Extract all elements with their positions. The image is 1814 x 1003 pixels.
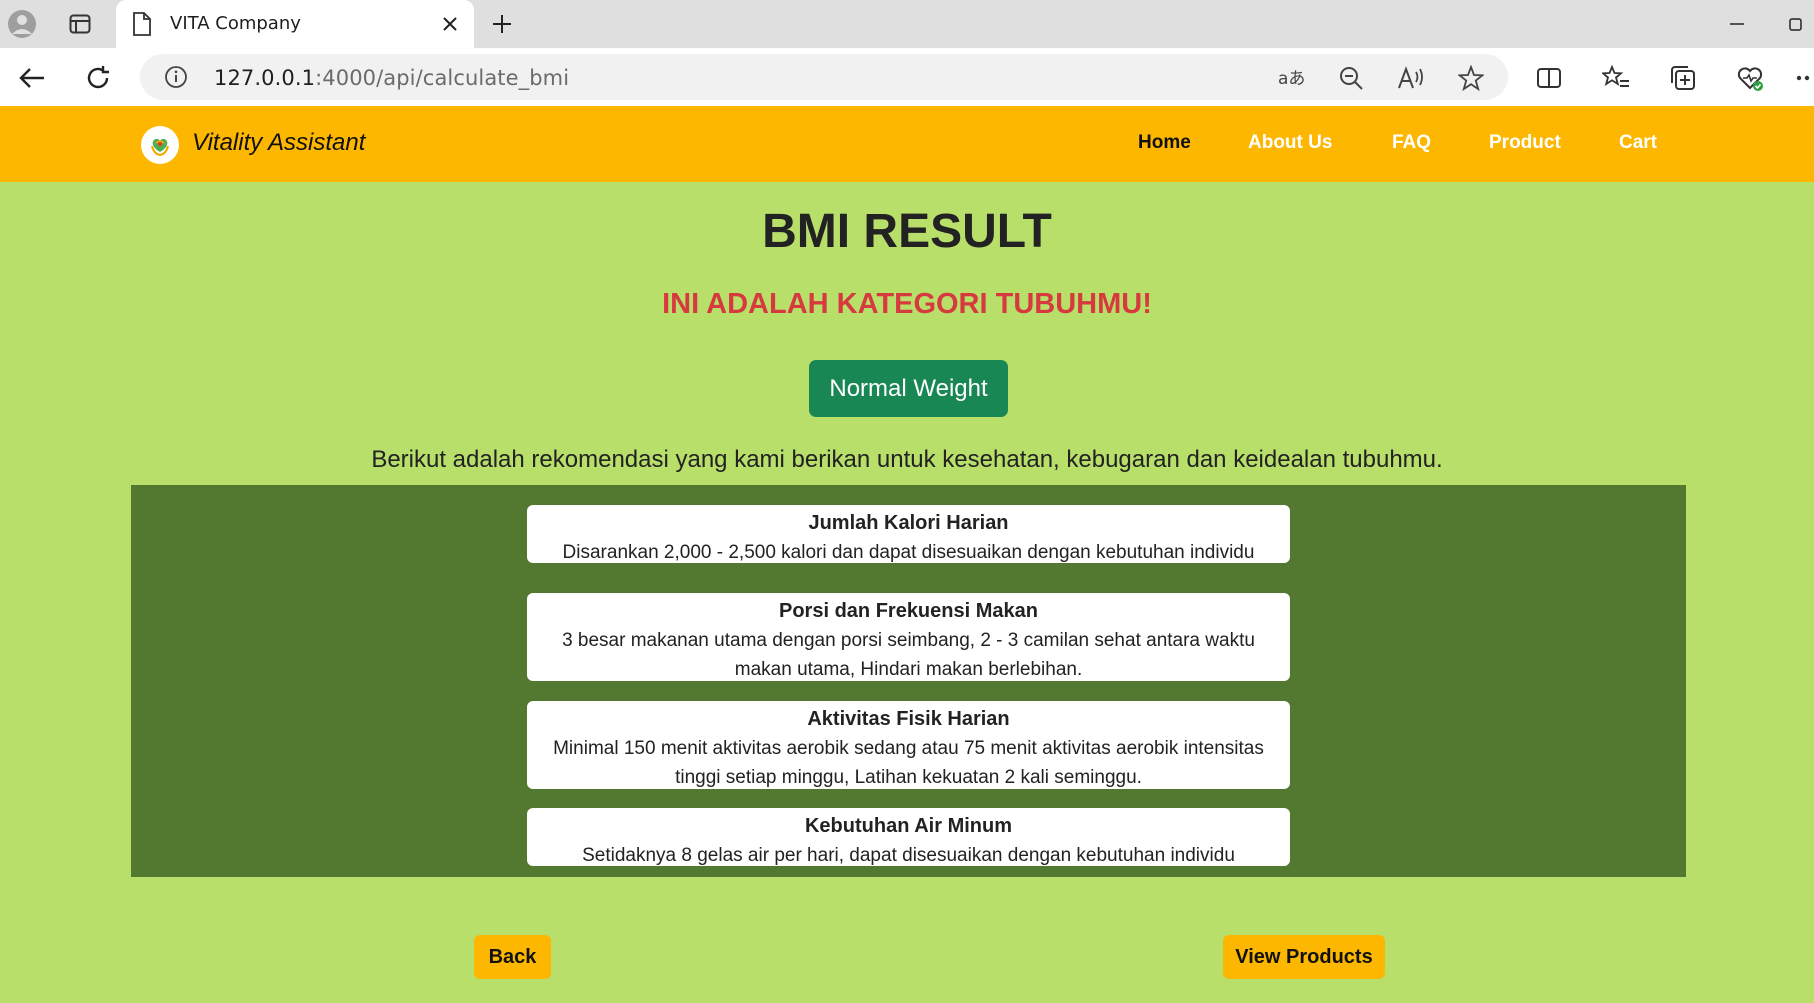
nav-link-product[interactable]: Product (1489, 132, 1561, 154)
back-arrow-icon[interactable] (14, 60, 50, 96)
card-title: Porsi dan Frekuensi Makan (779, 600, 1038, 622)
card-text: Setidaknya 8 gelas air per hari, dapat d… (582, 845, 1235, 866)
favorite-star-icon[interactable] (1456, 63, 1486, 93)
card-text: Disarankan 2,000 - 2,500 kalori dan dapa… (562, 542, 1255, 563)
recommendation-intro: Berikut adalah rekomendasi yang kami ber… (371, 446, 1443, 473)
recommendation-card-activity: Aktivitas Fisik Harian Minimal 150 menit… (527, 701, 1290, 789)
url-text: 127.0.0.1:4000/api/calculate_bmi (214, 66, 570, 90)
back-button[interactable]: Back (474, 935, 551, 979)
card-text: Minimal 150 menit aktivitas aerobik seda… (553, 738, 1264, 788)
brand-name[interactable]: Vitality Assistant (192, 129, 365, 157)
recommendation-card-water: Kebutuhan Air Minum Setidaknya 8 gelas a… (527, 808, 1290, 866)
nav-link-about-us[interactable]: About Us (1248, 132, 1332, 154)
card-title: Aktivitas Fisik Harian (807, 708, 1010, 730)
zoom-out-icon[interactable] (1336, 63, 1366, 93)
page-icon (132, 12, 154, 36)
page-content: Vitality Assistant Home About Us FAQ Pro… (0, 106, 1814, 1003)
recommendation-card-calories: Jumlah Kalori Harian Disarankan 2,000 - … (527, 505, 1290, 563)
page-subtitle: INI ADALAH KATEGORI TUBUHMU! (662, 288, 1152, 320)
nav-link-faq[interactable]: FAQ (1392, 132, 1431, 154)
card-title: Kebutuhan Air Minum (804, 815, 1013, 837)
browser-tab[interactable]: VITA Company (116, 0, 474, 48)
maximize-icon[interactable] (1776, 8, 1814, 40)
translate-icon[interactable]: aあ (1276, 63, 1306, 93)
read-aloud-icon[interactable] (1396, 63, 1426, 93)
profile-icon[interactable] (6, 8, 38, 40)
site-info-icon[interactable] (164, 65, 188, 89)
browser-essentials-icon[interactable] (1733, 61, 1767, 95)
minimize-icon[interactable] (1717, 8, 1757, 40)
card-text: 3 besar makanan utama dengan porsi seimb… (562, 630, 1255, 680)
more-menu-icon[interactable] (1796, 61, 1814, 95)
collections-icon[interactable] (1666, 61, 1700, 95)
nav-link-home[interactable]: Home (1138, 132, 1191, 154)
recommendation-panel: Jumlah Kalori Harian Disarankan 2,000 - … (131, 485, 1686, 877)
page-title: BMI RESULT (762, 205, 1052, 258)
brand-logo-icon[interactable] (141, 126, 179, 164)
svg-text:aあ: aあ (1278, 69, 1305, 89)
browser-toolbar: 127.0.0.1:4000/api/calculate_bmi aあ (0, 48, 1814, 106)
tab-title: VITA Company (170, 13, 301, 34)
address-bar[interactable]: 127.0.0.1:4000/api/calculate_bmi aあ (140, 54, 1508, 100)
reload-icon[interactable] (80, 60, 116, 96)
split-screen-icon[interactable] (1532, 61, 1566, 95)
site-navbar: Vitality Assistant Home About Us FAQ Pro… (0, 106, 1814, 182)
bmi-category-badge: Normal Weight (809, 360, 1008, 417)
card-title: Jumlah Kalori Harian (808, 512, 1009, 534)
tab-actions-icon[interactable] (64, 8, 96, 40)
view-products-button[interactable]: View Products (1223, 935, 1385, 979)
browser-tab-bar: VITA Company (0, 0, 1814, 48)
close-tab-icon[interactable] (436, 10, 464, 38)
new-tab-icon[interactable] (486, 8, 518, 40)
favorites-list-icon[interactable] (1599, 61, 1633, 95)
nav-link-cart[interactable]: Cart (1619, 132, 1657, 154)
recommendation-card-portions: Porsi dan Frekuensi Makan 3 besar makana… (527, 593, 1290, 681)
